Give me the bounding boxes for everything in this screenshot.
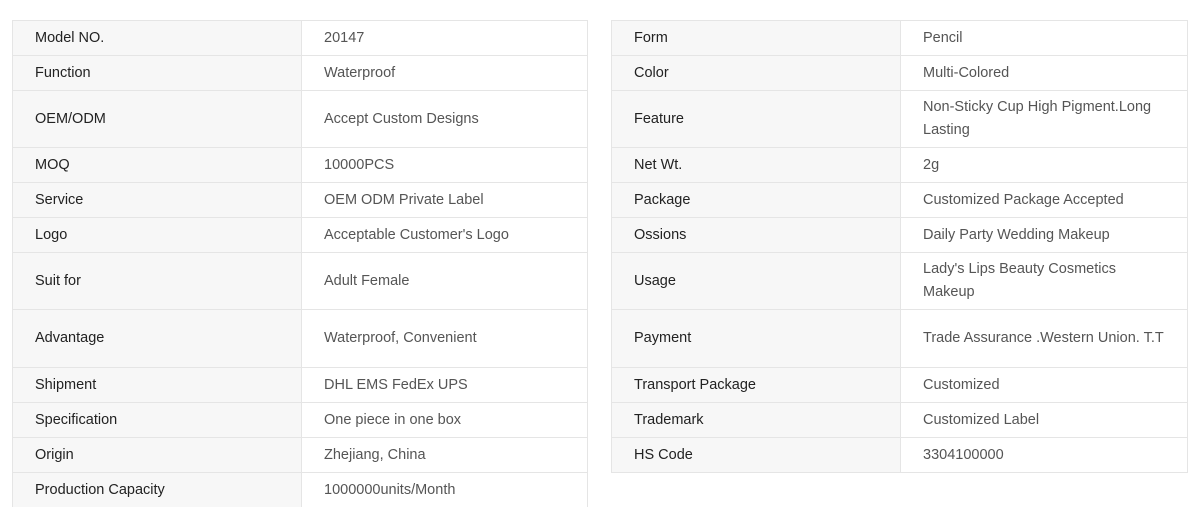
spec-label: Trademark	[611, 402, 901, 438]
spec-value: Zhejiang, China	[301, 437, 588, 473]
table-row: Model NO. 20147	[12, 20, 588, 56]
spec-label: Model NO.	[12, 20, 302, 56]
spec-label: Form	[611, 20, 901, 56]
spec-label: Service	[12, 182, 302, 218]
spec-label: Shipment	[12, 367, 302, 403]
spec-value: Lady's Lips Beauty Cosmetics Makeup	[900, 252, 1188, 310]
spec-value: Customized Label	[900, 402, 1188, 438]
table-row: Feature Non-Sticky Cup High Pigment.Long…	[611, 90, 1188, 148]
spec-label: Function	[12, 55, 302, 91]
spec-value: Pencil	[900, 20, 1188, 56]
spec-value: DHL EMS FedEx UPS	[301, 367, 588, 403]
table-row: Ossions Daily Party Wedding Makeup	[611, 217, 1188, 253]
spec-label: Net Wt.	[611, 147, 901, 183]
spec-value: Multi-Colored	[900, 55, 1188, 91]
spec-label: Package	[611, 182, 901, 218]
spec-value: 20147	[301, 20, 588, 56]
spec-value: Adult Female	[301, 252, 588, 310]
spec-value: 3304100000	[900, 437, 1188, 473]
spec-value: Waterproof, Convenient	[301, 309, 588, 368]
spec-label: Color	[611, 55, 901, 91]
spec-table-right: Form Pencil Color Multi-Colored Feature …	[611, 20, 1188, 473]
table-row: Service OEM ODM Private Label	[12, 182, 588, 218]
spec-value: 2g	[900, 147, 1188, 183]
spec-label: Origin	[12, 437, 302, 473]
spec-value: Trade Assurance .Western Union. T.T	[900, 309, 1188, 368]
spec-table-left: Model NO. 20147 Function Waterproof OEM/…	[12, 20, 588, 507]
spec-value: Acceptable Customer's Logo	[301, 217, 588, 253]
table-row: Production Capacity 1000000units/Month	[12, 472, 588, 507]
table-row: HS Code 3304100000	[611, 437, 1188, 473]
table-row: Trademark Customized Label	[611, 402, 1188, 438]
table-row: Origin Zhejiang, China	[12, 437, 588, 473]
spec-label: Suit for	[12, 252, 302, 310]
spec-label: Advantage	[12, 309, 302, 368]
table-row: Advantage Waterproof, Convenient	[12, 309, 588, 368]
spec-label: Payment	[611, 309, 901, 368]
spec-value: OEM ODM Private Label	[301, 182, 588, 218]
spec-label: Ossions	[611, 217, 901, 253]
table-row: Shipment DHL EMS FedEx UPS	[12, 367, 588, 403]
spec-label: Specification	[12, 402, 302, 438]
table-row: Usage Lady's Lips Beauty Cosmetics Makeu…	[611, 252, 1188, 310]
spec-label: Usage	[611, 252, 901, 310]
spec-value: Customized	[900, 367, 1188, 403]
table-row: MOQ 10000PCS	[12, 147, 588, 183]
product-spec-section: Model NO. 20147 Function Waterproof OEM/…	[0, 0, 1200, 507]
table-row: Form Pencil	[611, 20, 1188, 56]
spec-value: Customized Package Accepted	[900, 182, 1188, 218]
spec-value: 1000000units/Month	[301, 472, 588, 507]
spec-label: OEM/ODM	[12, 90, 302, 148]
spec-label: MOQ	[12, 147, 302, 183]
table-row: Suit for Adult Female	[12, 252, 588, 310]
table-row: Net Wt. 2g	[611, 147, 1188, 183]
spec-label: Feature	[611, 90, 901, 148]
spec-value: 10000PCS	[301, 147, 588, 183]
spec-label: Transport Package	[611, 367, 901, 403]
spec-value: Waterproof	[301, 55, 588, 91]
table-row: OEM/ODM Accept Custom Designs	[12, 90, 588, 148]
spec-value: Daily Party Wedding Makeup	[900, 217, 1188, 253]
spec-value: One piece in one box	[301, 402, 588, 438]
table-row: Package Customized Package Accepted	[611, 182, 1188, 218]
table-row: Color Multi-Colored	[611, 55, 1188, 91]
table-row: Function Waterproof	[12, 55, 588, 91]
table-row: Transport Package Customized	[611, 367, 1188, 403]
spec-value: Accept Custom Designs	[301, 90, 588, 148]
spec-label: Production Capacity	[12, 472, 302, 507]
table-row: Logo Acceptable Customer's Logo	[12, 217, 588, 253]
spec-label: HS Code	[611, 437, 901, 473]
table-row: Specification One piece in one box	[12, 402, 588, 438]
spec-value: Non-Sticky Cup High Pigment.Long Lasting	[900, 90, 1188, 148]
spec-label: Logo	[12, 217, 302, 253]
table-row: Payment Trade Assurance .Western Union. …	[611, 309, 1188, 368]
